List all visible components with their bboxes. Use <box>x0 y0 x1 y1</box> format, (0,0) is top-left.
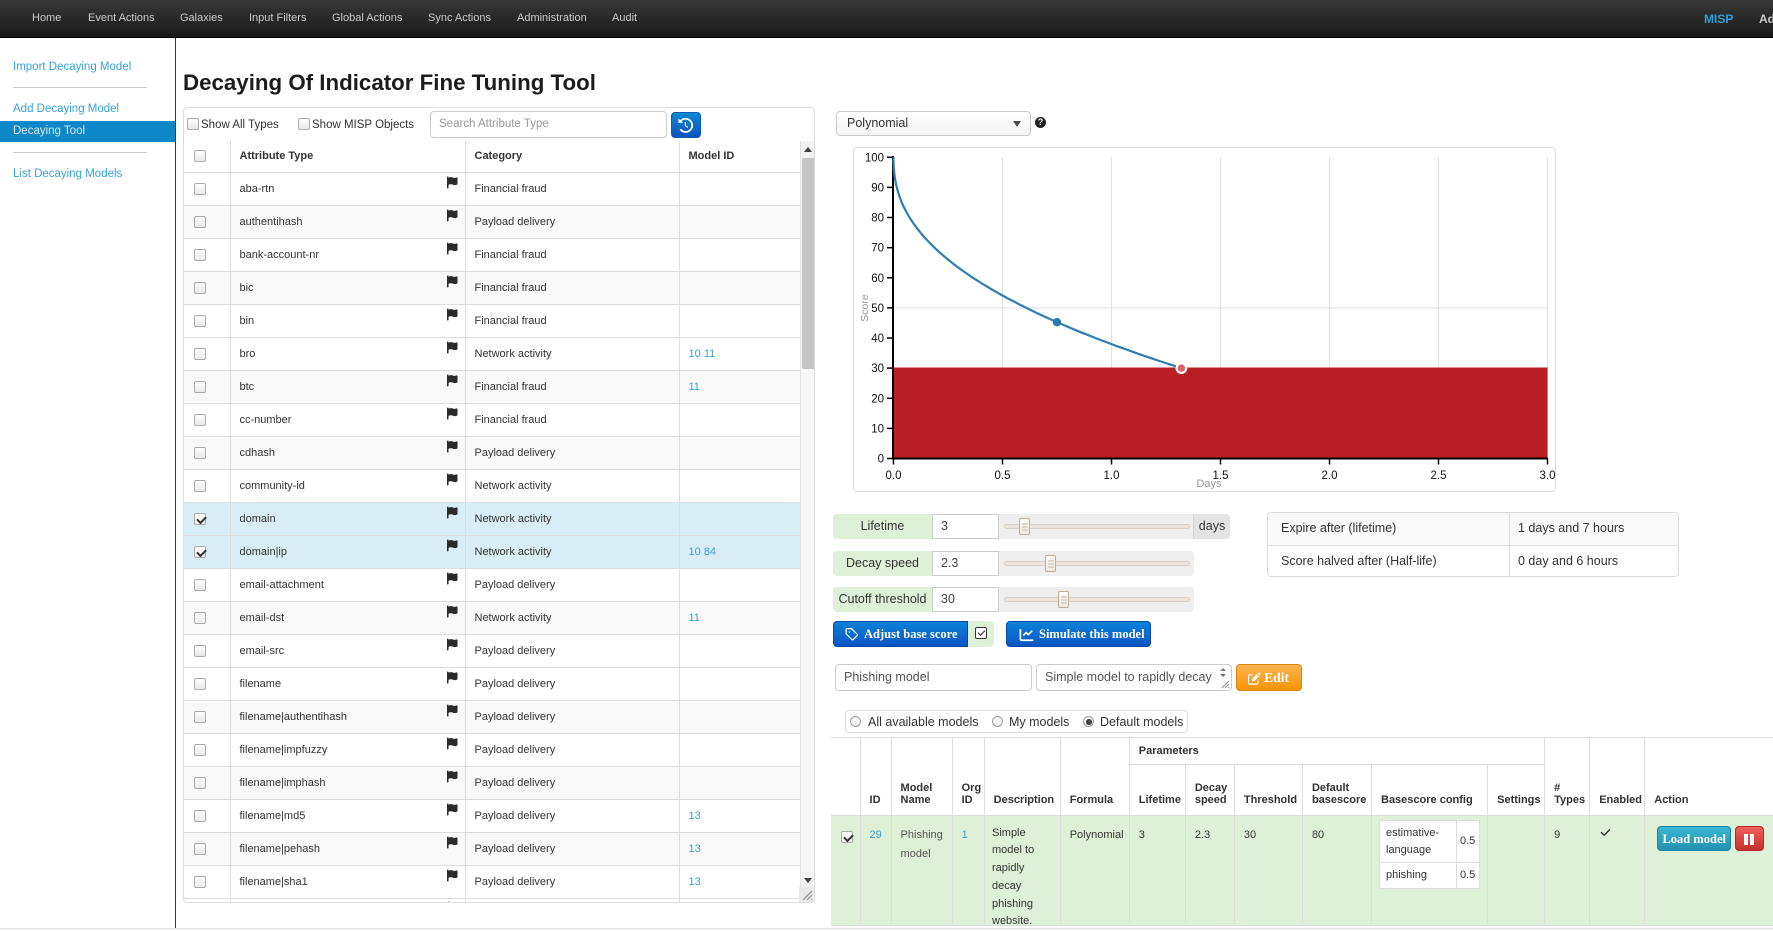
svg-text:2.5: 2.5 <box>1431 470 1447 482</box>
svg-text:0: 0 <box>878 454 884 466</box>
svg-text:100: 100 <box>865 152 884 164</box>
svg-text:0.5: 0.5 <box>995 470 1011 482</box>
svg-text:90: 90 <box>871 182 884 194</box>
svg-text:3.0: 3.0 <box>1540 470 1556 482</box>
svg-text:60: 60 <box>871 273 884 285</box>
svg-text:Days: Days <box>1196 478 1222 490</box>
svg-text:20: 20 <box>871 393 884 405</box>
svg-text:10: 10 <box>871 423 884 435</box>
svg-text:40: 40 <box>871 333 884 345</box>
svg-text:1.0: 1.0 <box>1104 470 1120 482</box>
svg-text:2.0: 2.0 <box>1322 470 1338 482</box>
svg-text:80: 80 <box>871 213 884 225</box>
svg-text:Score: Score <box>859 294 871 322</box>
svg-text:0.0: 0.0 <box>886 470 902 482</box>
svg-text:30: 30 <box>871 363 884 375</box>
svg-text:70: 70 <box>871 243 884 255</box>
svg-text:50: 50 <box>871 303 884 315</box>
